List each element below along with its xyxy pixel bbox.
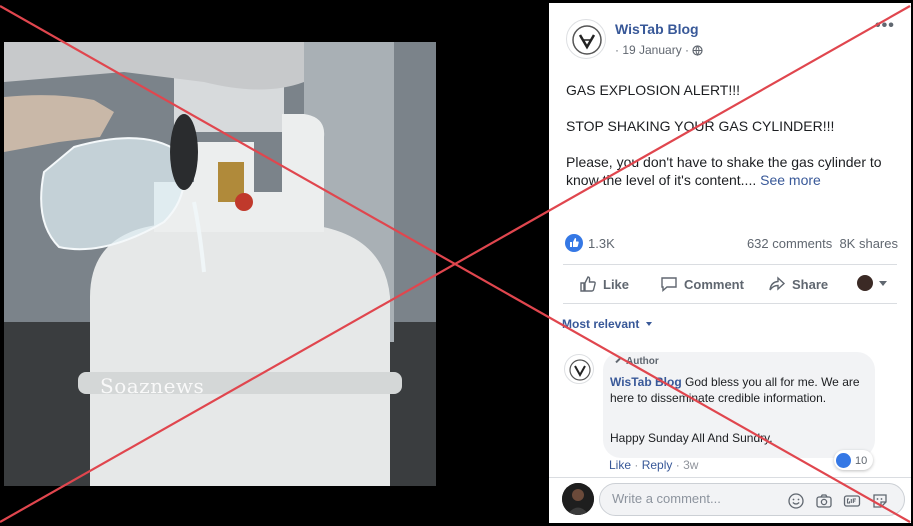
user-photo-icon <box>562 483 594 515</box>
comment-button[interactable]: Comment <box>660 275 744 293</box>
pencil-icon <box>615 356 622 364</box>
gif-icon[interactable] <box>843 492 861 510</box>
post-date[interactable]: · 19 January · <box>615 43 689 57</box>
camera-icon[interactable] <box>815 492 833 510</box>
comment-label: Comment <box>684 276 744 292</box>
engagement-counts: 632 comments 8K shares <box>747 236 898 251</box>
reaction-count[interactable]: 1.3K <box>588 236 615 251</box>
commenter-name-link[interactable]: WisTab Blog <box>610 375 682 389</box>
page-avatar[interactable] <box>566 19 606 59</box>
divider <box>563 264 897 265</box>
post-text-line: GAS EXPLOSION ALERT!!! <box>566 82 741 98</box>
chevron-down-icon <box>879 280 887 286</box>
sticker-icon[interactable] <box>871 492 889 510</box>
separator-dot: · <box>675 458 680 472</box>
share-button[interactable]: Share <box>768 275 828 293</box>
share-label: Share <box>792 276 829 292</box>
watermark: Soaznews <box>100 374 205 398</box>
page-name-link[interactable]: WisTab Blog <box>615 21 699 37</box>
see-more-link[interactable]: See more <box>760 172 821 188</box>
author-badge: Author <box>615 356 659 367</box>
post-text-body: Please, you don't have to shake the gas … <box>566 154 882 188</box>
divider <box>563 303 897 304</box>
like-reaction-icon[interactable] <box>565 234 583 252</box>
comment-actions: Like · Reply · 3w <box>609 458 698 472</box>
globe-icon <box>692 45 703 59</box>
reactions-bar: 1.3K 632 comments 8K shares <box>565 233 898 253</box>
user-avatar-small <box>857 275 873 291</box>
wistab-logo-icon <box>572 25 602 55</box>
shares-count-link[interactable]: 8K shares <box>839 236 898 251</box>
comment-age[interactable]: 3w <box>683 458 698 472</box>
comment-reactions[interactable]: 10 <box>834 450 874 470</box>
current-user-avatar[interactable] <box>562 483 594 515</box>
more-options-button[interactable]: ••• <box>875 17 895 35</box>
post-photo[interactable]: Soaznews <box>4 42 436 486</box>
facebook-post-panel: WisTab Blog · 19 January · ••• GAS EXPLO… <box>549 3 911 523</box>
emoji-icon[interactable] <box>787 492 805 510</box>
caret-down-icon <box>645 322 652 326</box>
divider <box>549 477 911 478</box>
post-text-line: STOP SHAKING YOUR GAS CYLINDER!!! <box>566 118 835 134</box>
comment-input[interactable] <box>612 491 782 506</box>
comments-count-link[interactable]: 632 comments <box>747 236 832 251</box>
wistab-logo-icon <box>569 359 591 381</box>
author-tag-label: Author <box>626 356 659 367</box>
like-label: Like <box>603 276 630 292</box>
post-actions: Like Comment Share <box>563 267 897 301</box>
commenter-avatar[interactable] <box>564 354 594 384</box>
post-text: GAS EXPLOSION ALERT!!! STOP SHAKING YOUR… <box>566 81 896 207</box>
like-button[interactable]: Like <box>579 275 629 293</box>
comment-body-second: Happy Sunday All And Sundry. <box>610 431 773 445</box>
comment-reaction-count: 10 <box>855 454 868 467</box>
like-reaction-icon <box>836 453 851 468</box>
post-text-line: Please, you don't have to shake the gas … <box>566 153 896 189</box>
gas-cylinder-illustration <box>4 42 436 486</box>
comment-sort-dropdown[interactable]: Most relevant <box>562 317 652 331</box>
separator-dot: · <box>634 458 639 472</box>
comment-icon <box>661 277 677 293</box>
comment-like-link[interactable]: Like <box>609 458 631 472</box>
screenshot: Soaznews WisTab Blog · 19 January · ••• … <box>0 0 913 526</box>
share-icon <box>769 276 786 291</box>
comment-bubble: Author WisTab Blog God bless you all for… <box>603 352 875 458</box>
comment-reply-link[interactable]: Reply <box>642 458 673 472</box>
comment-text: WisTab Blog God bless you all for me. We… <box>610 374 865 406</box>
comment-composer <box>599 483 905 516</box>
post-meta: · 19 January · <box>615 43 703 59</box>
comment-sort-label: Most relevant <box>562 317 640 331</box>
reaction-selector-button[interactable] <box>857 275 887 291</box>
thumbs-up-icon <box>580 276 596 292</box>
